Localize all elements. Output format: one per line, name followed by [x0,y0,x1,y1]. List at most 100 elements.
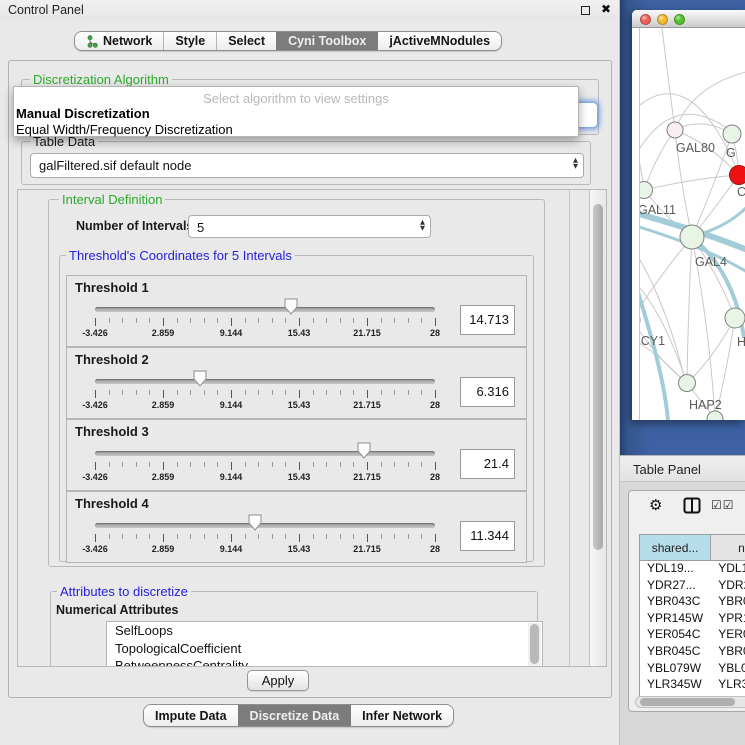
network-canvas[interactable]: GAL80GCGAL11GAL4GCY1HHAP2 [639,28,745,420]
network-node-c[interactable] [730,166,745,185]
cell-shared-name[interactable]: YER054C [640,627,711,644]
close-icon[interactable]: ✖ [601,2,611,16]
tab-impute-data[interactable]: Impute Data [144,705,238,726]
column-header-shared[interactable]: shared... [640,535,711,561]
table-row[interactable]: YLR345WYLR3 [640,677,745,694]
node-table: shared... n YDL19...YDL1YDR27...YDR2YBR0… [639,534,745,700]
table-row[interactable]: YER054CYER0 [640,627,745,644]
table-row[interactable]: YPR145WYPR1 [640,611,745,628]
tab-label: Style [175,34,205,48]
slider-tick-label: 21.715 [353,400,381,410]
node-label-gal4: GAL4 [695,255,727,269]
settings-scroll-area: Interval Definition Number of Intervals … [17,189,607,667]
number-of-intervals-combobox[interactable]: 5 ▲▼ [188,215,431,238]
tab-network[interactable]: Network [75,32,163,50]
zoom-traffic-light[interactable] [674,14,685,25]
attribute-item-betweennesscentrality[interactable]: BetweennessCentrality [107,657,542,667]
tab-cyni-toolbox[interactable]: Cyni Toolbox [276,32,377,50]
table-row[interactable]: YBR045CYBR0 [640,644,745,661]
threshold-value-field[interactable]: 11.344 [460,521,515,551]
network-node-gal80[interactable] [667,122,683,138]
node-table-header: shared... n [640,535,745,561]
network-node-gal11[interactable] [640,182,653,199]
threshold-slider-thumb[interactable] [284,298,298,315]
cell-shared-name[interactable]: YBR045C [640,644,711,661]
tab-select[interactable]: Select [216,32,276,50]
table-panel-inner: ⚙ ☑☑ shared... n YDL19...YDL1YDR27...YDR… [628,490,745,712]
table-row[interactable]: YDL19...YDL1 [640,561,745,578]
attributes-legend: Attributes to discretize [57,584,191,599]
attribute-item-topologicalcoefficient[interactable]: TopologicalCoefficient [107,640,542,658]
tab-label: Discretize Data [250,709,340,723]
tab-infer-network[interactable]: Infer Network [350,705,453,726]
table-row[interactable]: YDR27...YDR2 [640,578,745,595]
number-of-intervals-value: 5 [197,220,204,235]
threshold-slider-track[interactable] [95,307,435,312]
network-node-g[interactable] [723,125,741,143]
discretization-algorithm-legend: Discretization Algorithm [30,72,172,87]
network-icon [86,35,98,48]
cell-name[interactable]: YBR0 [711,594,745,611]
cell-shared-name[interactable]: YLR345W [640,677,711,694]
table-data-combobox[interactable]: galFiltered.sif default node ▲▼ [30,153,584,178]
apply-button[interactable]: Apply [247,670,309,691]
node-label-hap2: HAP2 [689,398,722,412]
cell-shared-name[interactable]: YDR27... [640,578,711,595]
checkbox-toggles-icon[interactable]: ☑☑ [711,498,735,512]
network-node-hap2[interactable] [679,375,696,392]
cell-name[interactable]: YBL0 [711,661,745,678]
table-panel-titlebar: Table Panel [620,455,745,482]
thresholds-group: Threshold's Coordinates for 5 Intervals … [59,255,534,562]
threshold-label: Threshold 2 [75,352,149,367]
threshold-value-field[interactable]: 14.713 [460,305,515,335]
cell-shared-name[interactable]: YBR043C [640,594,711,611]
control-panel: Control Panel ✖ Network Style Select Cyni T… [0,0,620,745]
settings-vertical-scrollbar[interactable] [589,190,606,666]
cell-shared-name[interactable]: YBL079W [640,661,711,678]
gear-icon[interactable]: ⚙ [649,496,662,514]
cell-name[interactable]: YDL1 [711,561,745,578]
column-header-name[interactable]: n [711,535,745,561]
float-window-icon[interactable] [581,6,590,15]
cell-name[interactable]: YLR3 [711,677,745,694]
dropdown-item-manual-discretization[interactable]: Manual Discretization [16,106,150,121]
close-traffic-light[interactable] [640,14,651,25]
threshold-slider-thumb[interactable] [248,514,262,531]
cell-name[interactable]: YER0 [711,627,745,644]
threshold-slider-track[interactable] [95,379,435,384]
cell-name[interactable]: YDR2 [711,578,745,595]
slider-tick-label: 15.43 [288,328,311,338]
network-node-h[interactable] [725,308,745,328]
tab-discretize-data[interactable]: Discretize Data [238,705,351,726]
threshold-slider-thumb[interactable] [193,370,207,387]
tab-jactivemnodules[interactable]: jActiveMNodules [377,32,501,50]
split-columns-icon[interactable] [683,497,701,519]
numerical-attributes-list[interactable]: SelfLoopsTopologicalCoefficientBetweenne… [106,621,543,667]
minimize-traffic-light[interactable] [657,14,668,25]
attributes-scrollbar[interactable] [528,623,541,667]
cell-shared-name[interactable]: YPR145W [640,611,711,628]
slider-tick-label: 15.43 [288,400,311,410]
tab-style[interactable]: Style [163,32,216,50]
threshold-value-field[interactable]: 6.316 [460,377,515,407]
dropdown-item-equal-width-frequency[interactable]: Equal Width/Frequency Discretization [16,122,233,137]
table-row[interactable]: YBL079WYBL0 [640,661,745,678]
threshold-slider-track[interactable] [95,523,435,528]
right-panel: GAL80GCGAL11GAL4GCY1HHAP2 Table Panel ⚙ … [620,0,745,745]
attribute-item-selfloops[interactable]: SelfLoops [107,622,542,640]
threshold-slider-track[interactable] [95,451,435,456]
slider-ticks [95,390,435,399]
cell-shared-name[interactable]: YDL19... [640,561,711,578]
slider-tick-label: 9.144 [220,544,243,554]
cell-name[interactable]: YBR0 [711,644,745,661]
tab-label: Cyni Toolbox [288,34,366,48]
threshold-slider-thumb[interactable] [357,442,371,459]
network-window-titlebar [632,10,745,28]
table-horizontal-scrollbar[interactable] [635,696,745,708]
network-node-gal4[interactable] [680,225,704,249]
cell-name[interactable]: YPR1 [711,611,745,628]
threshold-value-field[interactable]: 21.4 [460,449,515,479]
table-row[interactable]: YBR043CYBR0 [640,594,745,611]
node-label-h: H [737,335,745,349]
control-panel-title: Control Panel [8,3,84,17]
